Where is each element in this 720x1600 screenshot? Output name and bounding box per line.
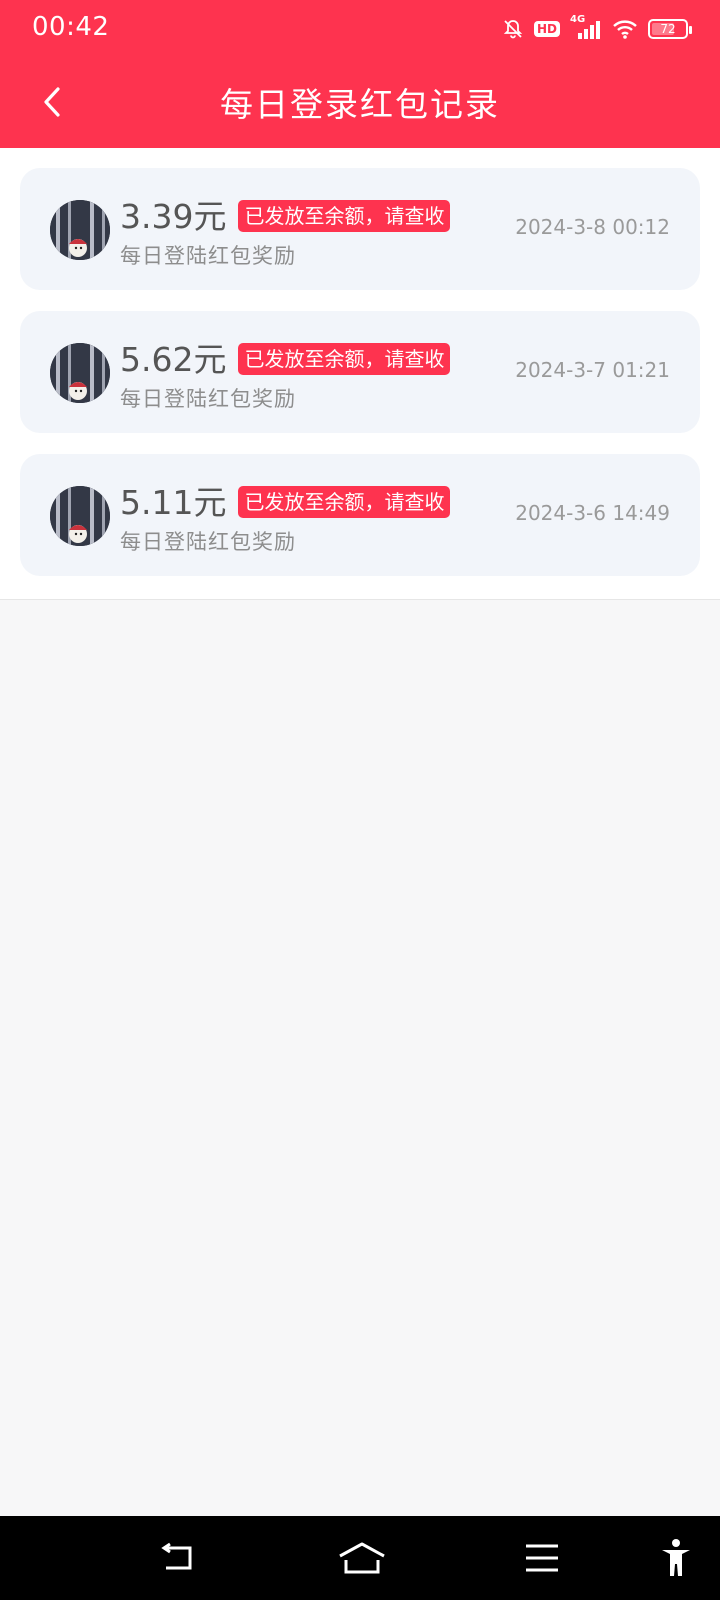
record-time: 2024-3-6 14:49 <box>515 501 670 525</box>
menu-icon <box>526 1544 558 1572</box>
record-description: 每日登陆红包奖励 <box>120 387 296 411</box>
record-card[interactable]: 3.39元 已发放至余额，请查收 每日登陆红包奖励 2024-3-8 00:12 <box>20 168 700 290</box>
signal-4g-icon: 4G <box>570 14 602 40</box>
amount-value: 3.39元 <box>120 197 227 236</box>
accessibility-icon <box>662 1539 690 1576</box>
record-card[interactable]: 5.11元 已发放至余额，请查收 每日登陆红包奖励 2024-3-6 14:49 <box>20 454 700 576</box>
wifi-icon <box>612 18 638 40</box>
status-badge: 已发放至余额，请查收 <box>238 200 451 232</box>
network-label: 4G <box>570 14 586 25</box>
bell-muted-icon <box>502 18 524 40</box>
amount-value: 5.11元 <box>120 483 227 522</box>
amount: 5.11元 已发放至余额，请查收 <box>120 476 451 524</box>
record-description: 每日登陆红包奖励 <box>120 244 296 268</box>
record-list: 3.39元 已发放至余额，请查收 每日登陆红包奖励 2024-3-8 00:12 … <box>0 148 720 600</box>
system-nav-bar <box>0 1516 720 1600</box>
amount: 3.39元 已发放至余额，请查收 <box>120 190 451 238</box>
nav-menu-button[interactable] <box>518 1534 566 1582</box>
nav-home-button[interactable] <box>336 1534 388 1582</box>
status-icons: HD 4G 72 <box>502 14 692 44</box>
avatar <box>50 200 110 260</box>
record-card[interactable]: 5.62元 已发放至余额，请查收 每日登陆红包奖励 2024-3-7 01:21 <box>20 311 700 433</box>
status-time: 00:42 <box>32 12 110 42</box>
record-time: 2024-3-7 01:21 <box>515 358 670 382</box>
battery-icon: 72 <box>648 19 692 39</box>
back-icon <box>161 1542 192 1570</box>
avatar <box>50 486 110 546</box>
record-description: 每日登陆红包奖励 <box>120 530 296 554</box>
battery-label: 72 <box>660 22 676 36</box>
status-badge: 已发放至余额，请查收 <box>238 486 451 518</box>
page-title: 每日登录红包记录 <box>220 85 500 124</box>
amount: 5.62元 已发放至余额，请查收 <box>120 333 451 381</box>
avatar <box>50 343 110 403</box>
home-icon <box>339 1542 385 1574</box>
status-badge: 已发放至余额，请查收 <box>238 343 451 375</box>
amount-value: 5.62元 <box>120 340 227 379</box>
record-time: 2024-3-8 00:12 <box>515 215 670 239</box>
nav-accessibility-button[interactable] <box>652 1534 700 1582</box>
hd-icon: HD <box>533 21 560 37</box>
nav-back-button[interactable] <box>154 1534 202 1582</box>
app-header: 00:42 HD 4G 72 每日登录红包记录 <box>0 0 720 148</box>
